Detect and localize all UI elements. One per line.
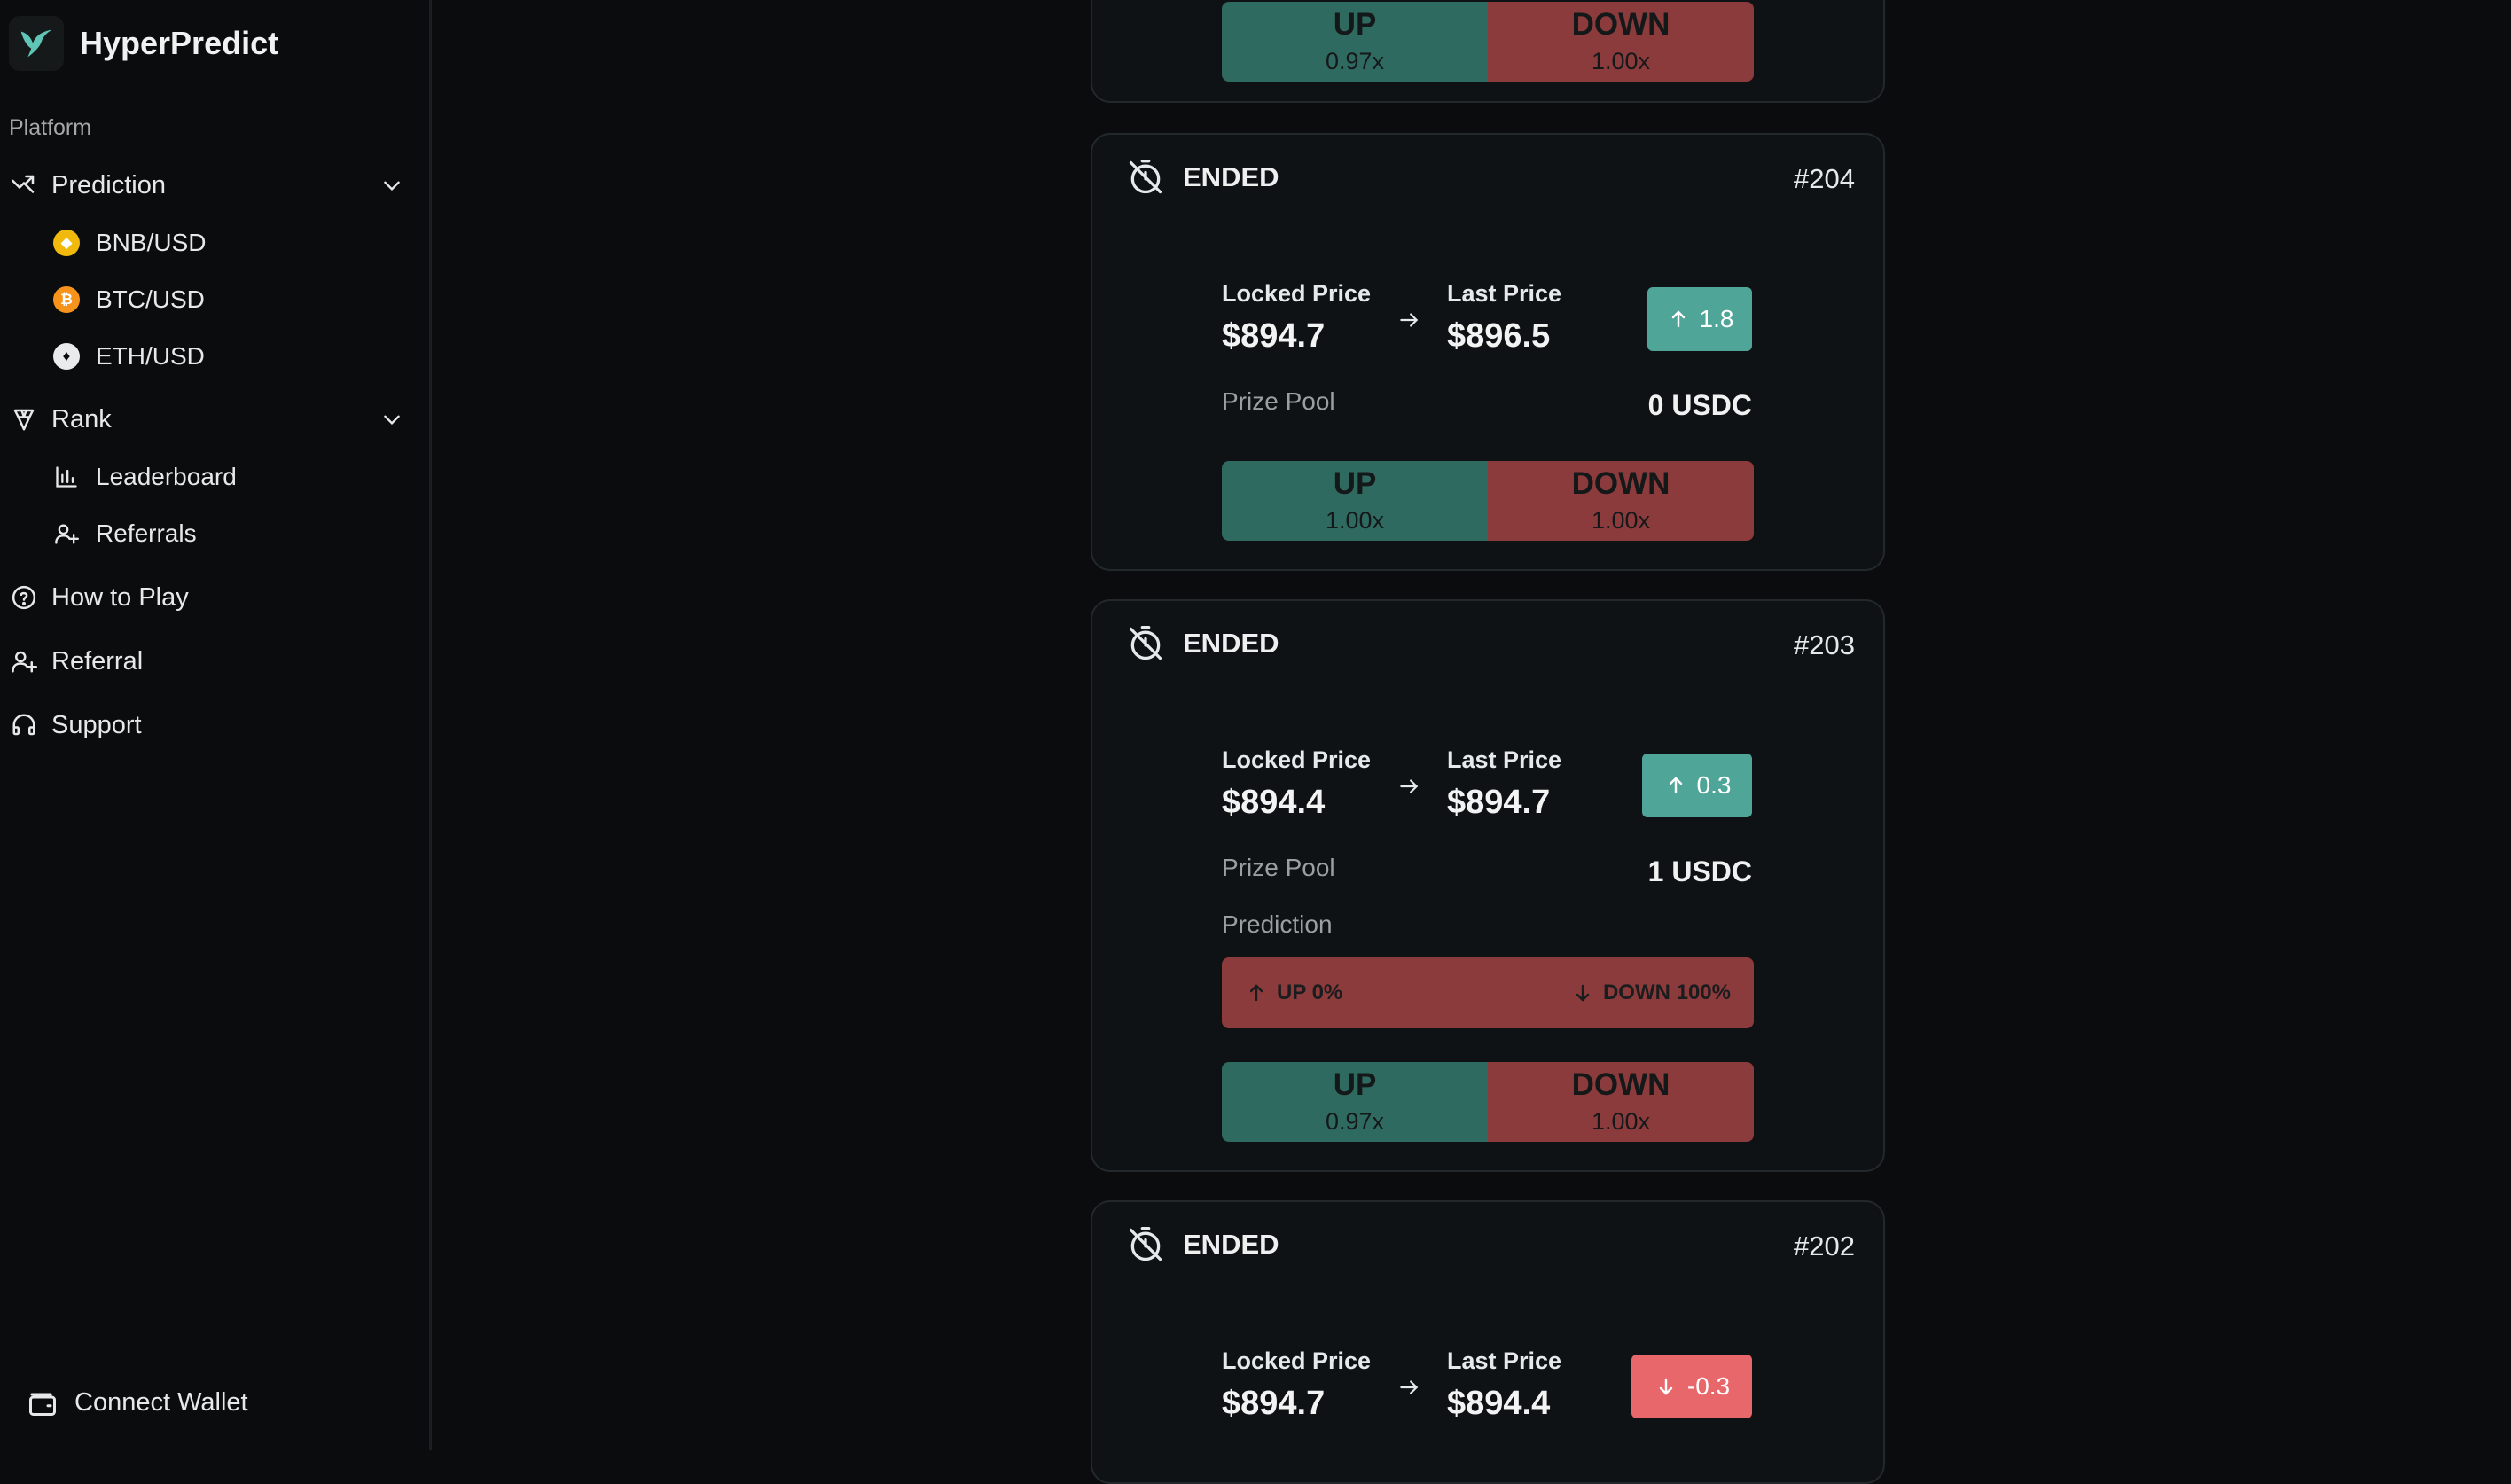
last-price-value: $894.7 <box>1447 784 1551 821</box>
locked-price-label: Locked Price <box>1222 280 1372 307</box>
round-card-203: ENDED #203 Locked Price $894.4 Last Pric… <box>1091 599 1885 1172</box>
user-plus-icon <box>51 519 82 549</box>
round-epoch: #204 <box>1794 163 1855 194</box>
timer-off-icon <box>1124 156 1167 199</box>
chevron-down-icon[interactable] <box>377 170 407 200</box>
sidebar: HyperPredict Platform Prediction ◆ BNB/U… <box>0 0 432 1450</box>
price-delta-badge: 1.8 <box>1647 287 1752 351</box>
round-status: ENDED <box>1124 622 1279 665</box>
prediction-split-bar: UP 0% DOWN 100% <box>1222 957 1754 1028</box>
arrow-right-icon <box>1394 1372 1424 1402</box>
headset-icon <box>9 710 39 740</box>
sidebar-item-leaderboard[interactable]: Leaderboard <box>51 462 237 492</box>
arrow-down-icon <box>1571 981 1594 1004</box>
arrow-up-icon <box>1245 981 1268 1004</box>
nav-prediction[interactable]: Prediction <box>9 170 400 200</box>
prize-pool-label: Prize Pool <box>1222 387 1335 415</box>
locked-price-label: Locked Price <box>1222 746 1372 773</box>
last-price-value: $894.4 <box>1447 1385 1551 1422</box>
bet-buttons: UP 1.00x DOWN 1.00x <box>1222 461 1754 541</box>
nav-rank-label: Rank <box>51 404 112 433</box>
hummingbird-logo-icon <box>9 16 64 71</box>
sidebar-item-label: Referrals <box>96 519 197 547</box>
last-price-label: Last Price <box>1447 1347 1562 1374</box>
last-price-label: Last Price <box>1447 280 1562 307</box>
price-delta-badge: 0.3 <box>1642 754 1752 817</box>
locked-price-value: $894.7 <box>1222 317 1326 355</box>
arrow-up-icon <box>1666 307 1691 332</box>
bet-up-button[interactable]: UP 0.97x <box>1222 2 1488 82</box>
sidebar-item-label: BNB/USD <box>96 229 207 256</box>
nav-support[interactable]: Support <box>9 710 142 740</box>
round-card-204: ENDED #204 Locked Price $894.7 Last Pric… <box>1091 133 1885 571</box>
nav-prediction-label: Prediction <box>51 170 166 199</box>
sidebar-item-label: BTC/USD <box>96 285 205 313</box>
locked-price-label: Locked Price <box>1222 1347 1372 1374</box>
last-price-value: $896.5 <box>1447 317 1551 355</box>
round-epoch: #202 <box>1794 1230 1855 1261</box>
price-delta-badge: -0.3 <box>1631 1355 1752 1418</box>
bnb-coin-icon: ◆ <box>53 230 80 256</box>
prediction-up-share: UP 0% <box>1245 980 1342 1005</box>
bet-up-button[interactable]: UP 1.00x <box>1222 461 1488 541</box>
timer-off-icon <box>1124 1223 1167 1266</box>
bet-buttons: UP 0.97x DOWN 1.00x <box>1222 2 1754 82</box>
arrow-up-icon <box>1663 773 1688 798</box>
locked-price-value: $894.7 <box>1222 1385 1326 1422</box>
nav-how-to-play[interactable]: How to Play <box>9 582 189 613</box>
timer-off-icon <box>1124 622 1167 665</box>
sidebar-item-bnb-usd[interactable]: ◆ BNB/USD <box>51 228 206 258</box>
bet-up-button[interactable]: UP 0.97x <box>1222 1062 1488 1142</box>
connect-wallet-label: Connect Wallet <box>74 1387 248 1417</box>
help-circle-icon <box>9 582 39 613</box>
prediction-down-share: DOWN 100% <box>1571 980 1731 1005</box>
arrow-right-icon <box>1394 305 1424 335</box>
bet-buttons: UP 0.97x DOWN 1.00x <box>1222 1062 1754 1142</box>
prize-pool-label: Prize Pool <box>1222 854 1335 881</box>
btc-coin-icon: ₿ <box>53 286 80 313</box>
bet-down-button[interactable]: DOWN 1.00x <box>1488 1062 1754 1142</box>
trophy-icon <box>9 404 39 434</box>
bet-down-button[interactable]: DOWN 1.00x <box>1488 461 1754 541</box>
bar-chart-icon <box>51 462 82 492</box>
wallet-icon <box>25 1385 60 1420</box>
nav-support-label: Support <box>51 710 142 739</box>
sidebar-item-eth-usd[interactable]: ♦ ETH/USD <box>51 341 205 371</box>
round-card: UP 0.97x DOWN 1.00x <box>1091 0 1885 103</box>
prize-pool-value: 1 USDC <box>1647 855 1752 887</box>
user-plus-icon <box>9 646 39 676</box>
arrow-down-icon <box>1654 1374 1678 1399</box>
round-epoch: #203 <box>1794 629 1855 660</box>
nav-how-to-play-label: How to Play <box>51 582 189 612</box>
round-status: ENDED <box>1124 1223 1279 1266</box>
locked-price-value: $894.4 <box>1222 784 1326 821</box>
prediction-label: Prediction <box>1222 910 1333 938</box>
sidebar-item-referrals[interactable]: Referrals <box>51 519 197 549</box>
connect-wallet-button[interactable]: Connect Wallet <box>25 1385 248 1420</box>
sidebar-item-label: Leaderboard <box>96 463 237 490</box>
round-status: ENDED <box>1124 156 1279 199</box>
sidebar-item-label: ETH/USD <box>96 342 205 370</box>
arrow-right-icon <box>1394 771 1424 801</box>
round-card-202: ENDED #202 Locked Price $894.7 Last Pric… <box>1091 1200 1885 1484</box>
brand[interactable]: HyperPredict <box>9 16 278 71</box>
nav-rank[interactable]: Rank <box>9 404 400 434</box>
bet-down-button[interactable]: DOWN 1.00x <box>1488 2 1754 82</box>
section-label-platform: Platform <box>9 115 92 140</box>
nav-referral-label: Referral <box>51 646 144 676</box>
app-name: HyperPredict <box>80 25 279 61</box>
prize-pool-value: 0 USDC <box>1647 389 1752 421</box>
trend-icon <box>9 170 39 200</box>
eth-coin-icon: ♦ <box>53 343 80 370</box>
nav-referral[interactable]: Referral <box>9 646 143 676</box>
chevron-down-icon[interactable] <box>377 404 407 434</box>
last-price-label: Last Price <box>1447 746 1562 773</box>
sidebar-item-btc-usd[interactable]: ₿ BTC/USD <box>51 285 205 315</box>
